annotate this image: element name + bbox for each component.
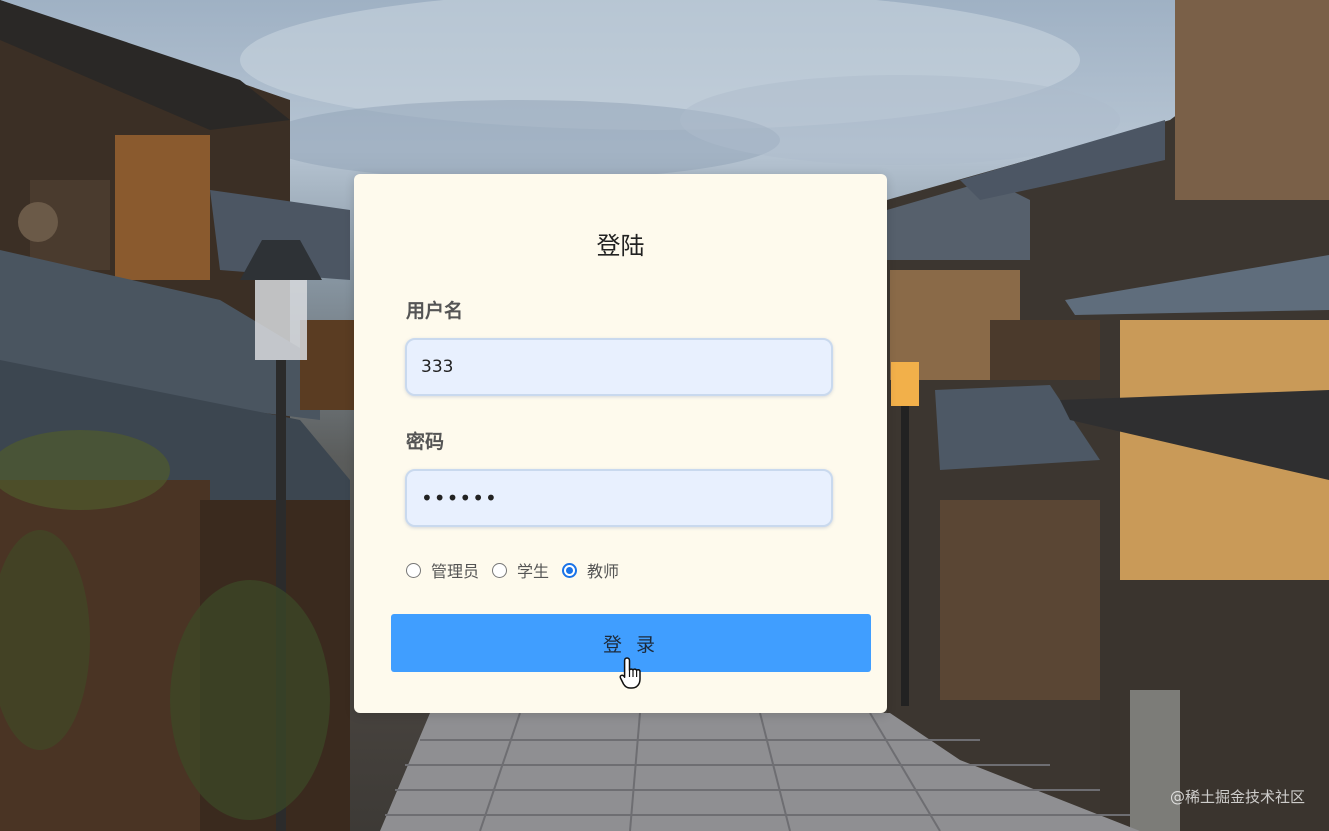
role-label-teacher: 教师 (587, 562, 620, 581)
username-label: 用户名 (406, 300, 464, 322)
login-button-label: 登 录 (602, 633, 660, 656)
role-label-admin: 管理员 (431, 562, 480, 581)
login-title: 登陆 (596, 232, 645, 260)
password-value: •••••• (421, 486, 498, 510)
password-label: 密码 (406, 431, 445, 453)
page: 登陆 用户名 333 密码 •••••• 管理员 学生 教师 登 录 @稀土掘金… (0, 0, 1329, 831)
hand-pointer-cursor-icon (619, 657, 641, 689)
role-option-teacher[interactable]: 教师 (562, 558, 619, 582)
radio-student[interactable] (492, 562, 508, 578)
radio-teacher[interactable] (562, 562, 578, 578)
role-radio-group: 管理员 学生 教师 (406, 558, 632, 582)
role-label-student: 学生 (517, 562, 550, 581)
login-card: 登陆 用户名 333 密码 •••••• 管理员 学生 教师 登 录 (354, 174, 887, 713)
watermark-text: @稀土掘金技术社区 (1169, 788, 1305, 806)
username-input[interactable]: 333 (405, 338, 833, 396)
username-value: 333 (421, 357, 454, 377)
password-input[interactable]: •••••• (405, 469, 833, 527)
role-option-admin[interactable]: 管理员 (406, 558, 479, 582)
role-option-student[interactable]: 学生 (492, 558, 549, 582)
radio-admin[interactable] (406, 562, 421, 578)
